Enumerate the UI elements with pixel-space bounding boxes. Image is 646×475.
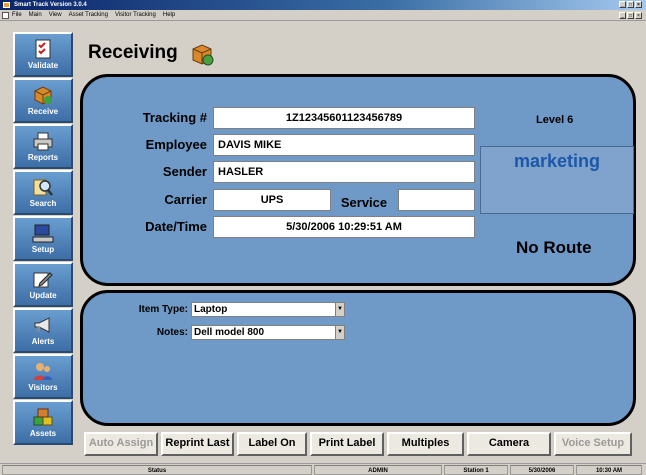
sidebar-item-label: Reports	[27, 153, 59, 162]
child-minimize-button[interactable]: _	[619, 12, 626, 19]
print-label-button[interactable]: Print Label	[310, 432, 384, 456]
carrier-label: Carrier	[164, 192, 207, 207]
magnifier-icon	[32, 177, 54, 197]
tracking-label: Tracking #	[142, 110, 207, 125]
sidebar-item-label: Update	[29, 291, 57, 300]
sidebar-item-label: Alerts	[31, 337, 55, 346]
sidebar-item-label: Search	[29, 199, 57, 208]
status-time: 10:30 AM	[576, 465, 642, 475]
department-display: marketing	[480, 146, 634, 214]
item-type-value: Laptop	[194, 304, 228, 315]
notes-label: Notes:	[156, 327, 188, 338]
sidebar-item-visitors[interactable]: Visitors	[13, 354, 73, 399]
menu-help[interactable]: Help	[163, 10, 175, 20]
sender-label: Sender	[162, 164, 207, 179]
status-bar: Status ADMIN Station 1 5/30/2006 10:30 A…	[0, 463, 646, 475]
child-maximize-button[interactable]: □	[627, 12, 634, 19]
status-date: 5/30/2006	[510, 465, 574, 475]
people-icon	[32, 361, 54, 381]
minimize-button[interactable]: _	[619, 1, 626, 8]
item-type-label: Item Type:	[138, 304, 188, 315]
datetime-field[interactable]: 5/30/2006 10:29:51 AM	[213, 216, 475, 238]
tracking-number-field[interactable]: 1Z12345601123456789	[213, 107, 475, 129]
camera-button[interactable]: Camera	[467, 432, 551, 456]
sidebar: Validate Receive Reports Search Setup Up…	[0, 22, 80, 462]
label-on-button[interactable]: Label On	[237, 432, 307, 456]
reprint-last-button[interactable]: Reprint Last	[161, 432, 234, 456]
pencil-icon	[32, 269, 54, 289]
window-title: Smart Track Version 3.0.4	[14, 2, 87, 8]
sidebar-item-alerts[interactable]: Alerts	[13, 308, 73, 353]
child-close-button[interactable]: ×	[635, 12, 642, 19]
sidebar-item-search[interactable]: Search	[13, 170, 73, 215]
sidebar-item-assets[interactable]: Assets	[13, 400, 73, 445]
sidebar-item-receive[interactable]: Receive	[13, 78, 73, 123]
level-text: Level 6	[536, 114, 574, 126]
dropdown-arrow-icon[interactable]: ▼	[335, 303, 344, 316]
dropdown-arrow-icon[interactable]: ▼	[335, 326, 344, 339]
title-bar: Smart Track Version 3.0.4 _ □ ×	[0, 0, 646, 10]
status-text: Status	[2, 465, 312, 475]
service-label: Service	[340, 195, 388, 210]
action-bar: Auto Assign Reprint Last Label On Print …	[84, 432, 638, 456]
menu-asset-tracking[interactable]: Asset Tracking	[69, 10, 108, 20]
carrier-field[interactable]: UPS	[213, 189, 331, 211]
megaphone-icon	[32, 315, 54, 335]
app-icon	[3, 2, 10, 8]
sidebar-item-validate[interactable]: Validate	[13, 32, 73, 77]
menu-main[interactable]: Main	[29, 10, 42, 20]
document-icon	[2, 12, 9, 19]
datetime-label: Date/Time	[145, 219, 207, 234]
employee-label: Employee	[145, 137, 207, 152]
voice-setup-button[interactable]: Voice Setup	[554, 432, 632, 456]
boxes-icon	[32, 407, 54, 427]
status-user: ADMIN	[314, 465, 442, 475]
sidebar-item-label: Receive	[27, 107, 59, 116]
service-field[interactable]	[398, 189, 475, 211]
notes-value: Dell model 800	[194, 327, 265, 338]
sidebar-item-label: Visitors	[28, 383, 58, 392]
computer-icon	[32, 223, 54, 243]
sidebar-item-label: Setup	[31, 245, 55, 254]
page-title: Receiving	[88, 42, 178, 63]
sidebar-item-reports[interactable]: Reports	[13, 124, 73, 169]
sidebar-item-update[interactable]: Update	[13, 262, 73, 307]
item-type-select[interactable]: Laptop ▼	[191, 302, 345, 317]
sidebar-item-label: Assets	[29, 429, 57, 438]
route-text: No Route	[516, 238, 592, 257]
checklist-icon	[32, 39, 54, 59]
close-button[interactable]: ×	[635, 1, 642, 8]
auto-assign-button[interactable]: Auto Assign	[84, 432, 158, 456]
menu-view[interactable]: View	[49, 10, 62, 20]
maximize-button[interactable]: □	[627, 1, 634, 8]
sidebar-item-setup[interactable]: Setup	[13, 216, 73, 261]
multiples-button[interactable]: Multiples	[387, 432, 464, 456]
status-station: Station 1	[444, 465, 508, 475]
employee-field[interactable]: DAVIS MIKE	[213, 134, 475, 156]
menu-bar: File Main View Asset Tracking Visitor Tr…	[0, 10, 646, 21]
package-icon	[32, 85, 54, 105]
printer-icon	[32, 131, 54, 151]
sender-field[interactable]: HASLER	[213, 161, 475, 183]
menu-file[interactable]: File	[12, 10, 22, 20]
sidebar-item-label: Validate	[27, 61, 59, 70]
notes-select[interactable]: Dell model 800 ▼	[191, 325, 345, 340]
package-icon	[190, 42, 214, 66]
menu-visitor-tracking[interactable]: Visitor Tracking	[115, 10, 156, 20]
